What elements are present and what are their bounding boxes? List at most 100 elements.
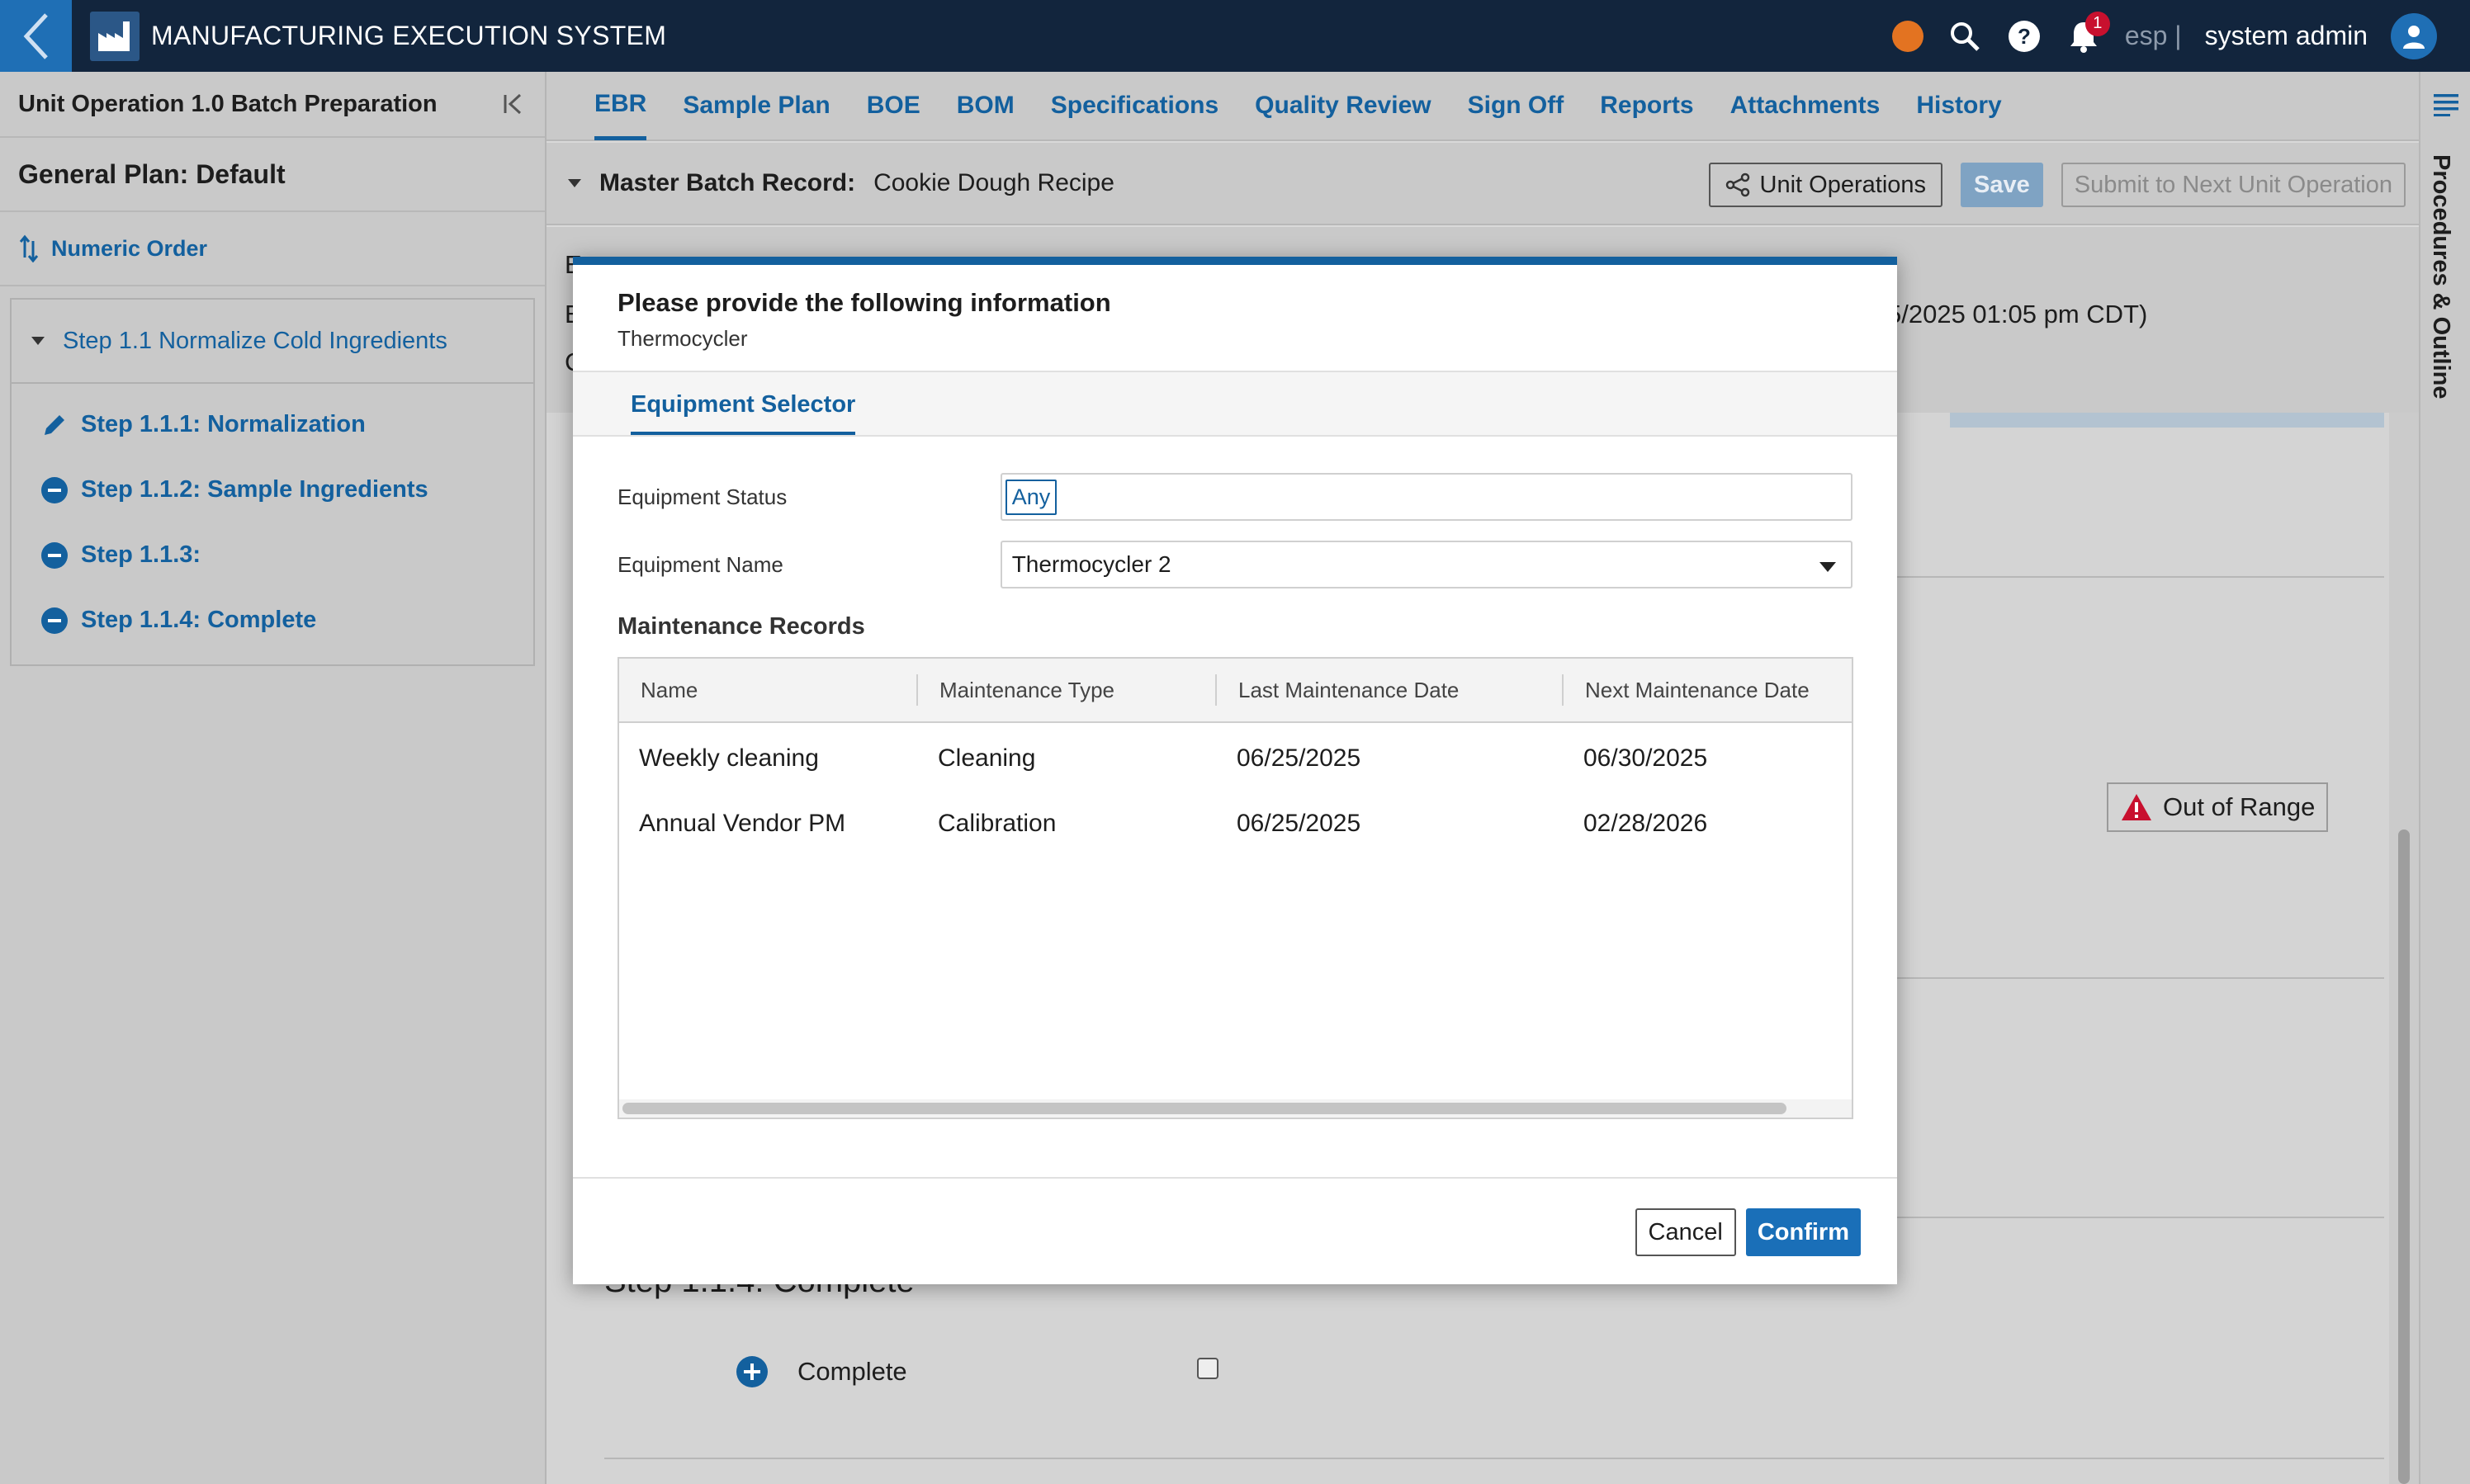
- caret-down-icon[interactable]: [1819, 562, 1836, 572]
- user-icon: [2403, 25, 2425, 49]
- substep-label: Step 1.1.2: Sample Ingredients: [81, 476, 428, 503]
- equipment-name-label: Equipment Name: [618, 551, 783, 577]
- complete-checkbox[interactable]: [1197, 1358, 1218, 1379]
- procedures-outline-toggle[interactable]: Procedures & Outline: [2427, 154, 2454, 399]
- numeric-order-label: Numeric Order: [51, 235, 208, 261]
- tab-history[interactable]: History: [1916, 71, 2001, 140]
- main-tabs: EBR Sample Plan BOE BOM Specifications Q…: [547, 72, 2419, 141]
- sidebar-header: Unit Operation 1.0 Batch Preparation: [0, 72, 545, 138]
- svg-text:?: ?: [2018, 24, 2031, 49]
- divider: [604, 1458, 2384, 1459]
- unit-operations-button[interactable]: Unit Operations: [1708, 163, 1943, 207]
- mbr-label: Master Batch Record:: [599, 169, 856, 196]
- complete-row: Complete: [736, 1356, 907, 1387]
- table-row[interactable]: Annual Vendor PM Calibration 06/25/2025 …: [619, 791, 1852, 856]
- mbr-actions: Unit Operations Save Submit to Next Unit…: [1708, 163, 2406, 207]
- status-chip[interactable]: Any: [1005, 479, 1058, 515]
- cancel-button[interactable]: Cancel: [1635, 1208, 1736, 1256]
- unit-operation-title: Unit Operation 1.0 Batch Preparation: [18, 90, 438, 117]
- caret-down-icon[interactable]: [566, 177, 583, 189]
- user-name[interactable]: system admin: [2205, 21, 2368, 51]
- table-row[interactable]: Weekly cleaning Cleaning 06/25/2025 06/3…: [619, 725, 1852, 791]
- minus-circle-icon: [41, 476, 68, 503]
- tab-ebr[interactable]: EBR: [594, 71, 647, 140]
- complete-label: Complete: [797, 1357, 907, 1386]
- substep-item[interactable]: Step 1.1.1: Normalization: [12, 392, 533, 457]
- dialog-subtitle: Thermocycler: [618, 326, 748, 351]
- column-header-next-maintenance-date[interactable]: Next Maintenance Date: [1564, 674, 1852, 706]
- caret-down-icon[interactable]: [30, 335, 46, 347]
- tab-specifications[interactable]: Specifications: [1051, 71, 1218, 140]
- equipment-name-value: Thermocycler 2: [1011, 551, 1171, 577]
- column-header-name[interactable]: Name: [619, 674, 918, 706]
- top-bar: MANUFACTURING EXECUTION SYSTEM ? 1 esp |…: [0, 0, 2470, 72]
- cell-next-maintenance-date: 06/30/2025: [1583, 744, 1708, 772]
- tab-sign-off[interactable]: Sign Off: [1468, 71, 1564, 140]
- tab-equipment-selector[interactable]: Equipment Selector: [631, 391, 856, 435]
- dialog-footer: Cancel Confirm: [573, 1177, 1897, 1284]
- tab-quality-review[interactable]: Quality Review: [1255, 71, 1431, 140]
- equipment-dialog: Please provide the following information…: [573, 257, 1897, 1284]
- sort-icon: [19, 234, 39, 262]
- left-sidebar: Unit Operation 1.0 Batch Preparation Gen…: [0, 72, 547, 1484]
- cell-name: Annual Vendor PM: [639, 809, 846, 837]
- column-header-maintenance-type[interactable]: Maintenance Type: [918, 674, 1217, 706]
- notifications-button[interactable]: 1: [2065, 11, 2110, 54]
- substep-label: Step 1.1.3:: [81, 541, 201, 568]
- equipment-name-select[interactable]: Thermocycler 2: [1000, 541, 1852, 588]
- save-button[interactable]: Save: [1961, 163, 2043, 207]
- dialog-body: Equipment Status Any Equipment Name Ther…: [573, 473, 1897, 1119]
- factory-logo-icon: [90, 11, 140, 61]
- plus-circle-icon[interactable]: [736, 1356, 768, 1387]
- master-batch-record-bar: Master Batch Record: Cookie Dough Recipe…: [547, 143, 2419, 225]
- maintenance-records-table: Name Maintenance Type Last Maintenance D…: [618, 657, 1853, 1119]
- tab-bom[interactable]: BOM: [957, 71, 1015, 140]
- list-icon[interactable]: [2432, 92, 2460, 116]
- tab-attachments[interactable]: Attachments: [1730, 71, 1881, 140]
- tab-sample-plan[interactable]: Sample Plan: [683, 71, 830, 140]
- content-scrollbar-thumb[interactable]: [2398, 829, 2410, 1484]
- app-title: MANUFACTURING EXECUTION SYSTEM: [151, 21, 667, 50]
- language-selector[interactable]: esp |: [2125, 21, 2182, 51]
- step-item[interactable]: Step 1.1 Normalize Cold Ingredients: [12, 300, 533, 384]
- cell-maintenance-type: Cleaning: [938, 744, 1036, 772]
- mbr-value: Cookie Dough Recipe: [873, 169, 1114, 196]
- collapse-sidebar-icon[interactable]: [502, 92, 527, 116]
- equipment-status-label: Equipment Status: [618, 484, 788, 509]
- share-icon: [1725, 173, 1749, 197]
- column-header-last-maintenance-date[interactable]: Last Maintenance Date: [1217, 674, 1564, 706]
- general-plan-title: General Plan: Default: [0, 138, 545, 212]
- substep-label: Step 1.1.4: Complete: [81, 607, 317, 633]
- dialog-header: Please provide the following information…: [573, 265, 1897, 371]
- help-button[interactable]: ?: [2006, 18, 2042, 54]
- table-scrollbar-thumb[interactable]: [622, 1103, 1786, 1114]
- confirm-button[interactable]: Confirm: [1745, 1208, 1861, 1256]
- equipment-name-row: Equipment Name Thermocycler 2: [618, 541, 1852, 588]
- warning-icon: [2122, 794, 2151, 820]
- avatar[interactable]: [2391, 12, 2437, 59]
- status-indicator-icon[interactable]: [1891, 20, 1923, 52]
- substep-item[interactable]: Step 1.1.4: Complete: [12, 588, 533, 653]
- step-label: Step 1.1 Normalize Cold Ingredients: [63, 327, 447, 354]
- tab-reports[interactable]: Reports: [1600, 71, 1693, 140]
- numeric-order-toggle[interactable]: Numeric Order: [0, 212, 545, 286]
- chevron-left-icon: [23, 12, 48, 59]
- table-header: Name Maintenance Type Last Maintenance D…: [619, 659, 1852, 723]
- search-icon: [1950, 21, 1980, 51]
- cell-last-maintenance-date: 06/25/2025: [1237, 809, 1361, 837]
- equipment-status-field[interactable]: Any: [1000, 473, 1852, 521]
- dialog-actions: Cancel Confirm: [1635, 1208, 1861, 1256]
- section-band: [1950, 413, 2384, 428]
- minus-circle-icon: [41, 541, 68, 569]
- info-line-end: 5/2025 01:05 pm CDT): [1887, 300, 2148, 328]
- search-button[interactable]: [1947, 18, 1983, 54]
- equipment-status-row: Equipment Status Any: [618, 473, 1852, 521]
- tab-boe[interactable]: BOE: [867, 71, 920, 140]
- substep-item[interactable]: Step 1.1.2: Sample Ingredients: [12, 457, 533, 522]
- notification-badge: 1: [2084, 11, 2110, 36]
- submit-next-button[interactable]: Submit to Next Unit Operation: [2061, 163, 2406, 207]
- cell-next-maintenance-date: 02/28/2026: [1583, 809, 1708, 837]
- substep-item[interactable]: Step 1.1.3:: [12, 522, 533, 588]
- out-of-range-badge: Out of Range: [2107, 782, 2329, 832]
- back-button[interactable]: [0, 0, 72, 72]
